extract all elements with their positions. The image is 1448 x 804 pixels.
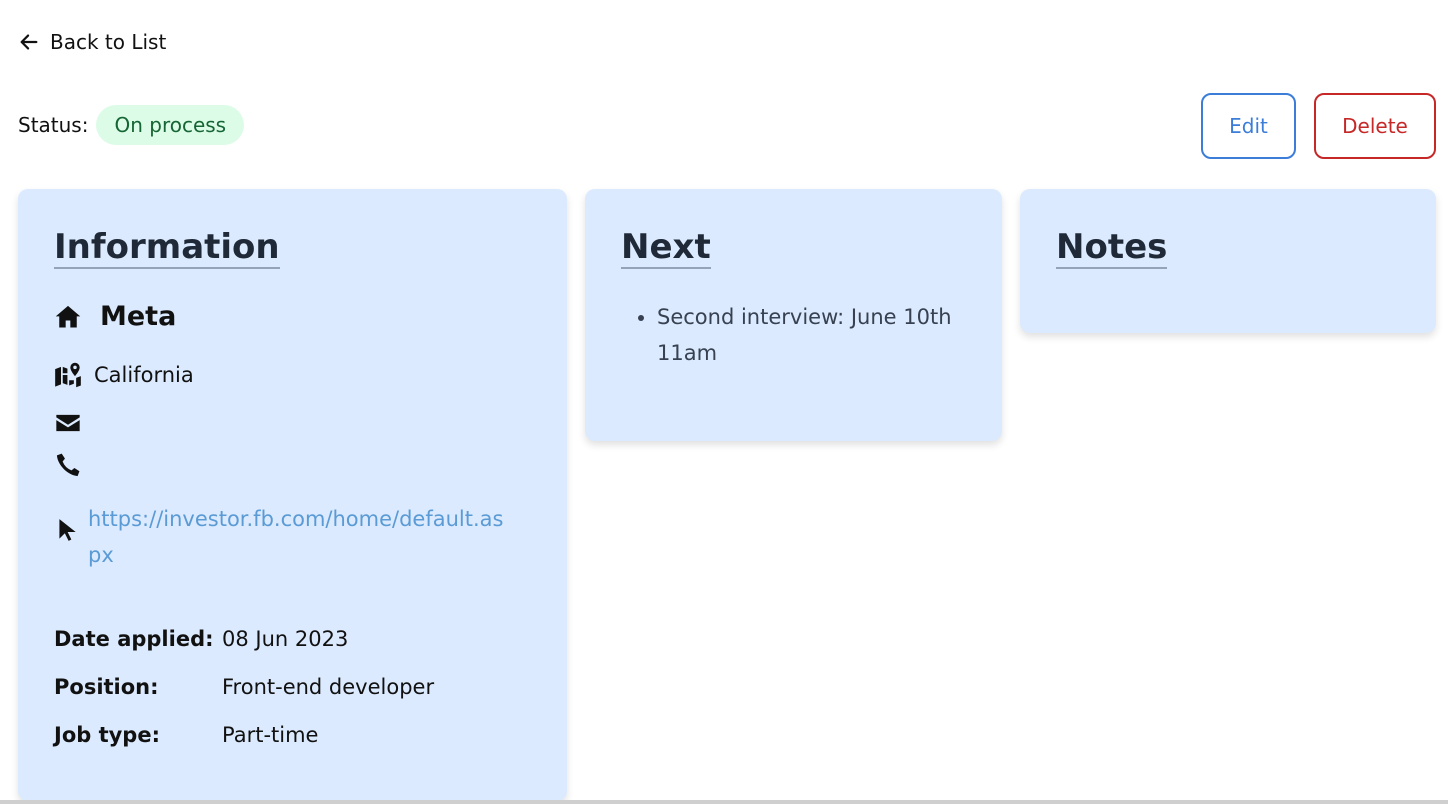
list-item: Second interview: June 10th 11am [657,299,997,371]
information-title: Information [54,228,280,270]
status-row: Status: On process [18,105,245,145]
detail-position: Position: Front-end developer [54,675,434,699]
phone-icon [56,453,80,477]
arrow-left-icon [20,34,38,50]
status-badge: On process [96,105,245,145]
envelope-icon [56,414,80,432]
notes-card: Notes [1020,189,1436,333]
job-detail-page: Back to List Status: On process Edit Del… [0,0,1448,804]
location-row: California [54,361,194,389]
status-label: Status: [18,113,89,137]
home-icon [55,305,81,327]
next-steps-list: Second interview: June 10th 11am [621,299,997,371]
detail-date-applied: Date applied: 08 Jun 2023 [54,627,348,651]
pointer-icon [59,519,76,541]
detail-value: Front-end developer [222,675,435,699]
website-row: https://investor.fb.com/home/default.asp… [54,501,513,573]
email-row [54,409,82,437]
back-to-list-link[interactable]: Back to List [18,30,166,54]
company-row: Meta [54,301,176,332]
detail-label: Date applied: [54,627,214,651]
detail-value: 08 Jun 2023 [222,627,349,651]
location-text: California [94,363,194,387]
website-link[interactable]: https://investor.fb.com/home/default.asp… [88,501,513,573]
detail-label: Job type: [54,723,160,747]
map-location-icon [55,362,81,388]
detail-job-type: Job type: Part-time [54,723,318,747]
next-title: Next [621,228,711,270]
detail-value: Part-time [222,723,319,747]
company-name: Meta [100,301,177,332]
edit-button[interactable]: Edit [1201,93,1296,159]
notes-title: Notes [1056,228,1168,270]
information-card: Information Meta California https://inve… [18,189,567,801]
detail-label: Position: [54,675,159,699]
back-label: Back to List [50,30,167,54]
delete-button[interactable]: Delete [1314,93,1436,159]
bottom-divider [0,800,1448,804]
phone-row [54,451,82,479]
next-card: Next Second interview: June 10th 11am [585,189,1002,441]
